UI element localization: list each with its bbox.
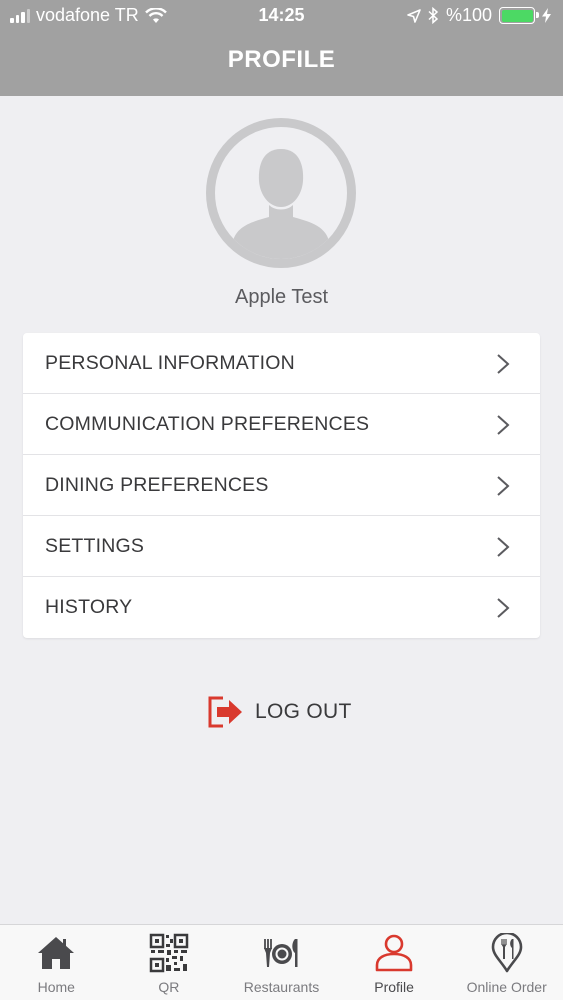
tab-home[interactable]: Home	[0, 925, 113, 1000]
battery-icon	[499, 7, 539, 24]
status-right: %100	[407, 5, 551, 26]
tab-label: Restaurants	[243, 979, 320, 995]
tab-label: Home	[37, 979, 75, 995]
logout-label: LOG OUT	[255, 700, 352, 723]
qr-code-icon	[149, 933, 189, 973]
map-pin-cutlery-icon	[491, 933, 522, 973]
location-arrow-icon	[407, 8, 421, 23]
profile-screen: vodafone TR 14:25 %100 PROFILE Apple Tes…	[0, 0, 563, 1000]
menu-item-personal-information[interactable]: PERSONAL INFORMATION	[23, 333, 540, 394]
menu-item-settings[interactable]: SETTINGS	[23, 516, 540, 577]
tab-qr[interactable]: QR	[113, 925, 226, 1000]
profile-menu: PERSONAL INFORMATION COMMUNICATION PREFE…	[23, 333, 540, 638]
chevron-right-icon	[497, 476, 510, 496]
tab-label: Online Order	[466, 979, 547, 995]
chevron-right-icon	[497, 415, 510, 435]
menu-item-dining-preferences[interactable]: DINING PREFERENCES	[23, 455, 540, 516]
page-title: PROFILE	[227, 46, 336, 73]
menu-item-label: DINING PREFERENCES	[45, 473, 269, 496]
logout-button[interactable]: LOG OUT	[207, 692, 352, 732]
status-bar: vodafone TR 14:25 %100	[0, 0, 563, 32]
home-icon	[38, 937, 75, 969]
chevron-right-icon	[497, 354, 510, 374]
charging-bolt-icon	[542, 8, 551, 23]
tab-profile[interactable]: Profile	[338, 925, 451, 1000]
plate-cutlery-icon	[264, 939, 298, 967]
tab-label: QR	[158, 979, 180, 995]
menu-item-communication-preferences[interactable]: COMMUNICATION PREFERENCES	[23, 394, 540, 455]
menu-item-label: COMMUNICATION PREFERENCES	[45, 412, 370, 435]
user-name: Apple Test	[234, 286, 329, 308]
avatar[interactable]	[206, 118, 356, 268]
tab-label: Profile	[374, 979, 414, 995]
battery-percent: %100	[445, 5, 492, 25]
tab-online-order[interactable]: Online Order	[450, 925, 563, 1000]
tab-bar: Home QR Restaurants Profile Online Order	[0, 924, 563, 1000]
logout-icon	[208, 696, 242, 728]
menu-item-history[interactable]: HISTORY	[23, 577, 540, 638]
menu-item-label: HISTORY	[45, 596, 133, 618]
chevron-right-icon	[497, 537, 510, 557]
person-icon	[375, 934, 413, 972]
menu-item-label: SETTINGS	[45, 534, 145, 557]
tab-restaurants[interactable]: Restaurants	[225, 925, 338, 1000]
bluetooth-icon	[428, 7, 439, 24]
person-silhouette-icon	[233, 149, 329, 259]
chevron-right-icon	[497, 598, 510, 618]
menu-item-label: PERSONAL INFORMATION	[45, 351, 295, 374]
